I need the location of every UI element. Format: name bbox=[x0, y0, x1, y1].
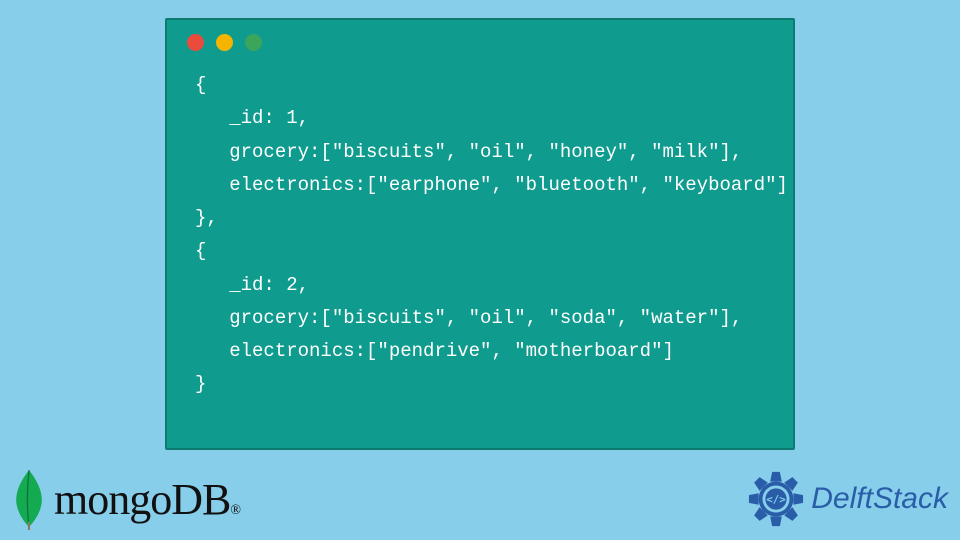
mongodb-registered: ® bbox=[230, 503, 240, 518]
code-line: grocery:["biscuits", "oil", "honey", "mi… bbox=[195, 141, 742, 163]
minimize-icon bbox=[216, 34, 233, 51]
close-icon bbox=[187, 34, 204, 51]
code-line: { bbox=[195, 74, 206, 96]
delftstack-logo: </> DelftStack bbox=[747, 470, 948, 528]
code-line: electronics:["pendrive", "motherboard"] bbox=[195, 340, 674, 362]
svg-text:</>: </> bbox=[767, 493, 786, 506]
maximize-icon bbox=[245, 34, 262, 51]
code-line: _id: 2, bbox=[195, 274, 309, 296]
code-window: { _id: 1, grocery:["biscuits", "oil", "h… bbox=[165, 18, 795, 450]
code-line: grocery:["biscuits", "oil", "soda", "wat… bbox=[195, 307, 742, 329]
delftstack-badge-icon: </> bbox=[747, 470, 805, 528]
mongodb-logo: mongoDB® bbox=[8, 468, 240, 530]
mongodb-leaf-icon bbox=[8, 468, 50, 530]
delftstack-wordmark: DelftStack bbox=[811, 482, 948, 516]
code-content: { _id: 1, grocery:["biscuits", "oil", "h… bbox=[167, 59, 793, 422]
code-line: { bbox=[195, 240, 206, 262]
code-line: }, bbox=[195, 207, 218, 229]
code-line: } bbox=[195, 373, 206, 395]
mongodb-text-main: mongoDB bbox=[54, 475, 230, 524]
code-line: electronics:["earphone", "bluetooth", "k… bbox=[195, 174, 788, 196]
mongodb-wordmark: mongoDB® bbox=[54, 474, 240, 525]
code-line: _id: 1, bbox=[195, 107, 309, 129]
window-titlebar bbox=[167, 20, 793, 59]
